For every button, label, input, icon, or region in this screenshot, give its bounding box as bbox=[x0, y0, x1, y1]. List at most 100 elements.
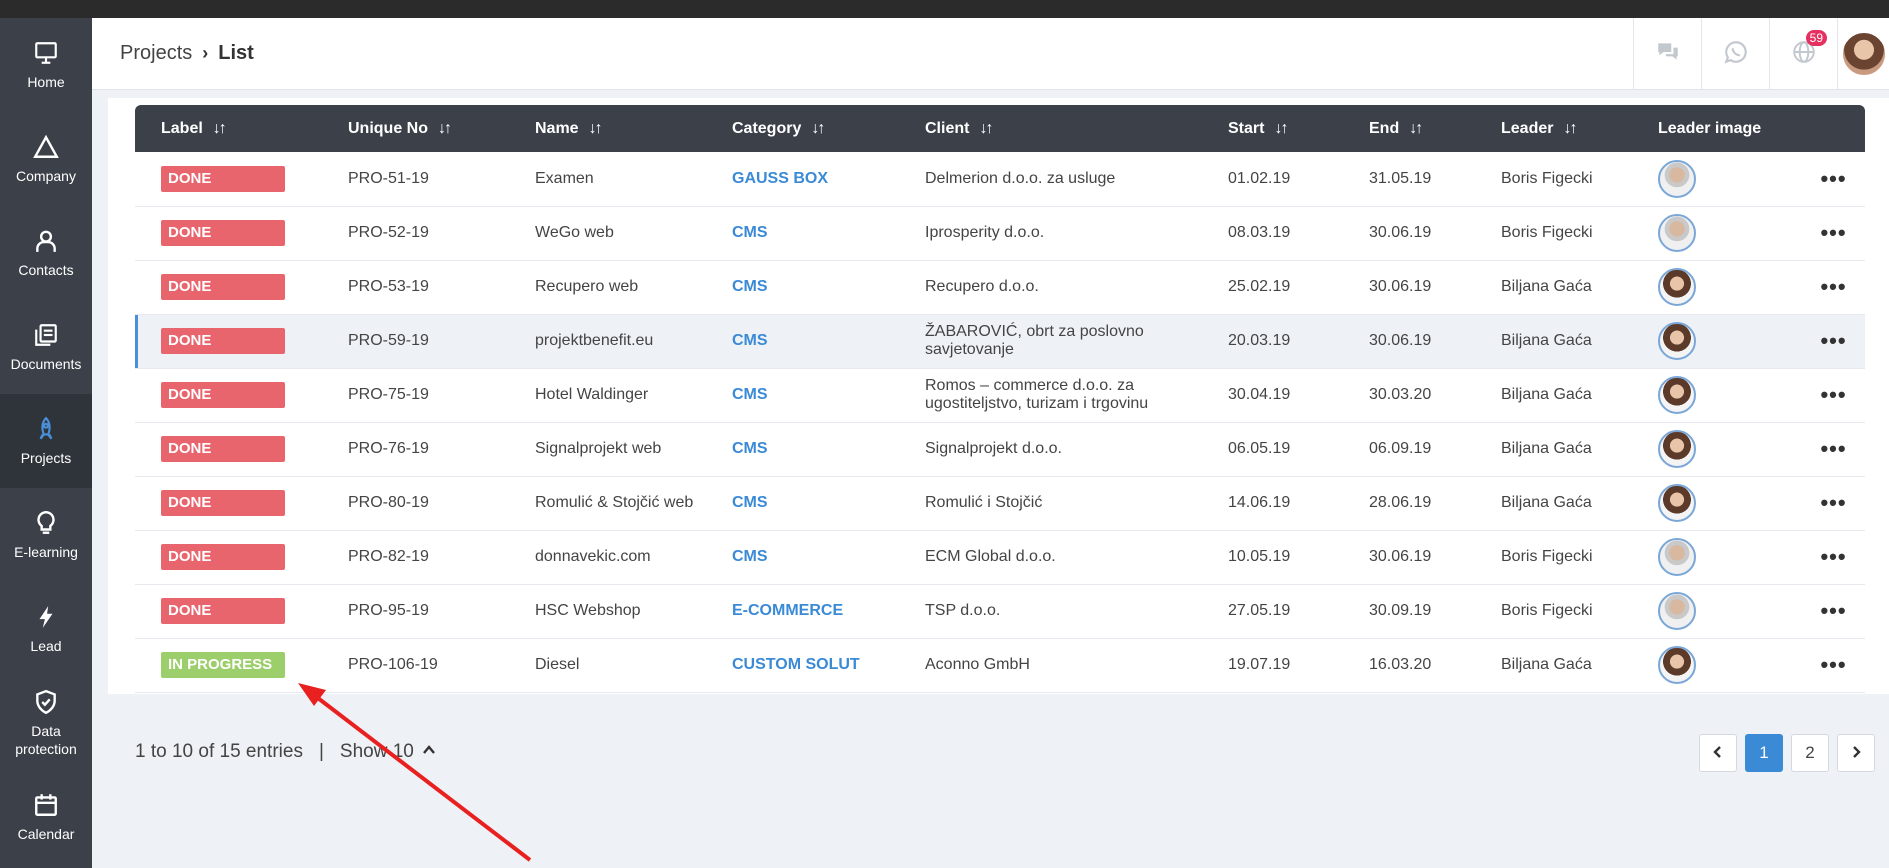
language-button[interactable]: 59 bbox=[1769, 18, 1837, 90]
sidebar-item-documents[interactable]: Documents bbox=[0, 300, 92, 394]
more-options-icon[interactable]: ••• bbox=[1802, 384, 1865, 406]
actions-cell: ••• bbox=[1776, 584, 1865, 638]
label-cell: DONE bbox=[135, 152, 322, 206]
column-header-category[interactable]: Category ↓↑ bbox=[706, 105, 899, 152]
notification-badge: 59 bbox=[1805, 30, 1827, 46]
leader-cell: Boris Figecki bbox=[1501, 548, 1593, 565]
column-header-end[interactable]: End ↓↑ bbox=[1343, 105, 1475, 152]
breadcrumb-root[interactable]: Projects bbox=[120, 42, 192, 65]
sort-icon[interactable]: ↓↑ bbox=[213, 120, 227, 138]
sidebar-item-company[interactable]: Company bbox=[0, 112, 92, 206]
label-cell: DONE bbox=[135, 314, 322, 368]
more-options-icon[interactable]: ••• bbox=[1802, 600, 1865, 622]
column-header-name[interactable]: Name ↓↑ bbox=[509, 105, 706, 152]
end-cell: 30.06.19 bbox=[1369, 224, 1432, 241]
category-link[interactable]: CMS bbox=[732, 440, 768, 457]
table-row[interactable]: DONE PRO-95-19 HSC Webshop E-COMMERCE TSP d.… bbox=[135, 584, 1865, 638]
start-cell: 14.06.19 bbox=[1228, 494, 1291, 511]
sort-icon[interactable]: ↓↑ bbox=[438, 120, 452, 138]
category-link[interactable]: CUSTOM SOLUT bbox=[732, 656, 860, 673]
sort-icon[interactable]: ↓↑ bbox=[1563, 120, 1577, 138]
sidebar-item-e-learning[interactable]: E-learning bbox=[0, 488, 92, 582]
actions-cell: ••• bbox=[1776, 206, 1865, 260]
more-options-icon[interactable]: ••• bbox=[1802, 438, 1865, 460]
category-link[interactable]: GAUSS BOX bbox=[732, 170, 828, 187]
page-button-2[interactable]: 2 bbox=[1791, 734, 1829, 772]
client-cell: Iprosperity d.o.o. bbox=[925, 224, 1045, 241]
column-header-client[interactable]: Client ↓↑ bbox=[899, 105, 1202, 152]
sidebar-item-lead[interactable]: Lead bbox=[0, 582, 92, 676]
more-options-icon[interactable]: ••• bbox=[1802, 330, 1865, 352]
leader-image-cell bbox=[1632, 476, 1776, 530]
sidebar-item-data-protection[interactable]: Data protection bbox=[0, 676, 92, 770]
more-options-icon[interactable]: ••• bbox=[1802, 222, 1865, 244]
leader-image-cell bbox=[1632, 152, 1776, 206]
user-menu[interactable] bbox=[1837, 18, 1889, 90]
sidebar-item-home[interactable]: Home bbox=[0, 18, 92, 112]
category-link[interactable]: CMS bbox=[732, 548, 768, 565]
top-header: Projects › List 59 bbox=[92, 18, 1889, 90]
column-header-start[interactable]: Start ↓↑ bbox=[1202, 105, 1343, 152]
start-cell: 06.05.19 bbox=[1228, 440, 1291, 457]
sort-icon[interactable]: ↓↑ bbox=[589, 120, 603, 138]
more-options-icon[interactable]: ••• bbox=[1802, 546, 1865, 568]
column-header-unique-no[interactable]: Unique No ↓↑ bbox=[322, 105, 509, 152]
table-row[interactable]: DONE PRO-76-19 Signalprojekt web CMS Signalp… bbox=[135, 422, 1865, 476]
start-cell: 10.05.19 bbox=[1228, 548, 1291, 565]
table-row[interactable]: DONE PRO-75-19 Hotel Waldinger CMS Romos – c… bbox=[135, 368, 1865, 422]
client-cell: Romos – commerce d.o.o. za ugostiteljstv… bbox=[925, 377, 1149, 412]
table-row[interactable]: DONE PRO-52-19 WeGo web CMS Iprosperity d.o.… bbox=[135, 206, 1865, 260]
label-cell: DONE bbox=[135, 530, 322, 584]
more-options-icon[interactable]: ••• bbox=[1802, 276, 1865, 298]
avatar bbox=[1658, 538, 1696, 576]
table-row[interactable]: DONE PRO-82-19 donnavekic.com CMS ECM Global… bbox=[135, 530, 1865, 584]
table-row[interactable]: IN PROGRESS PRO-106-19 Diesel CUSTOM SOLUT A… bbox=[135, 638, 1865, 692]
sidebar-item-calendar[interactable]: Calendar bbox=[0, 770, 92, 864]
monitor-icon bbox=[32, 39, 60, 67]
category-link[interactable]: CMS bbox=[732, 224, 768, 241]
end-cell: 06.09.19 bbox=[1369, 440, 1432, 457]
leader-image-cell bbox=[1632, 368, 1776, 422]
sort-icon[interactable]: ↓↑ bbox=[1409, 120, 1423, 138]
more-options-icon[interactable]: ••• bbox=[1802, 654, 1865, 676]
sort-icon[interactable]: ↓↑ bbox=[811, 120, 825, 138]
sidebar-item-projects[interactable]: Projects bbox=[0, 394, 92, 488]
chat-button[interactable] bbox=[1633, 18, 1701, 90]
unique-no-cell: PRO-82-19 bbox=[348, 548, 429, 565]
client-cell: Romulić i Stojčić bbox=[925, 494, 1043, 511]
category-link[interactable]: CMS bbox=[732, 332, 768, 349]
column-header-label[interactable]: Label ↓↑ bbox=[135, 105, 322, 152]
table-row[interactable]: DONE PRO-51-19 Examen GAUSS BOX Delmerion d.… bbox=[135, 152, 1865, 206]
end-cell: 30.03.20 bbox=[1369, 386, 1432, 403]
category-link[interactable]: E-COMMERCE bbox=[732, 602, 843, 619]
start-cell: 20.03.19 bbox=[1202, 314, 1343, 368]
actions-cell: ••• bbox=[1776, 422, 1865, 476]
category-cell: CMS bbox=[706, 314, 899, 368]
sort-icon[interactable]: ↓↑ bbox=[1274, 120, 1288, 138]
unique-no-cell: PRO-95-19 bbox=[348, 602, 429, 619]
avatar bbox=[1658, 322, 1696, 360]
table-row[interactable]: DONE PRO-80-19 Romulić & Stojčić web CMS Rom… bbox=[135, 476, 1865, 530]
start-cell: 01.02.19 bbox=[1228, 169, 1291, 187]
next-page-button[interactable] bbox=[1837, 734, 1875, 772]
category-link[interactable]: CMS bbox=[732, 386, 768, 403]
category-cell: CMS bbox=[706, 422, 899, 476]
column-header-leader[interactable]: Leader ↓↑ bbox=[1475, 105, 1632, 152]
unique-no-cell: PRO-52-19 bbox=[348, 224, 429, 241]
page-button-1[interactable]: 1 bbox=[1745, 734, 1783, 772]
more-options-icon[interactable]: ••• bbox=[1802, 167, 1865, 189]
sidebar-item-contacts[interactable]: Contacts bbox=[0, 206, 92, 300]
category-link[interactable]: CMS bbox=[732, 494, 768, 511]
whatsapp-button[interactable] bbox=[1701, 18, 1769, 90]
category-link[interactable]: CMS bbox=[732, 278, 768, 295]
prev-page-button[interactable] bbox=[1699, 734, 1737, 772]
header-actions: 59 bbox=[1633, 18, 1889, 90]
table-row[interactable]: DONE PRO-59-19 projektbenefit.eu CMS ŽABAROV… bbox=[135, 314, 1865, 368]
more-options-icon[interactable]: ••• bbox=[1802, 492, 1865, 514]
table-row[interactable]: DONE PRO-53-19 Recupero web CMS Recupero d.o… bbox=[135, 260, 1865, 314]
client-cell: Recupero d.o.o. bbox=[925, 278, 1039, 295]
sort-icon[interactable]: ↓↑ bbox=[979, 120, 993, 138]
page-size-select[interactable]: Show 10 bbox=[340, 741, 436, 763]
name-cell: donnavekic.com bbox=[535, 548, 651, 565]
status-badge: DONE bbox=[161, 598, 285, 624]
